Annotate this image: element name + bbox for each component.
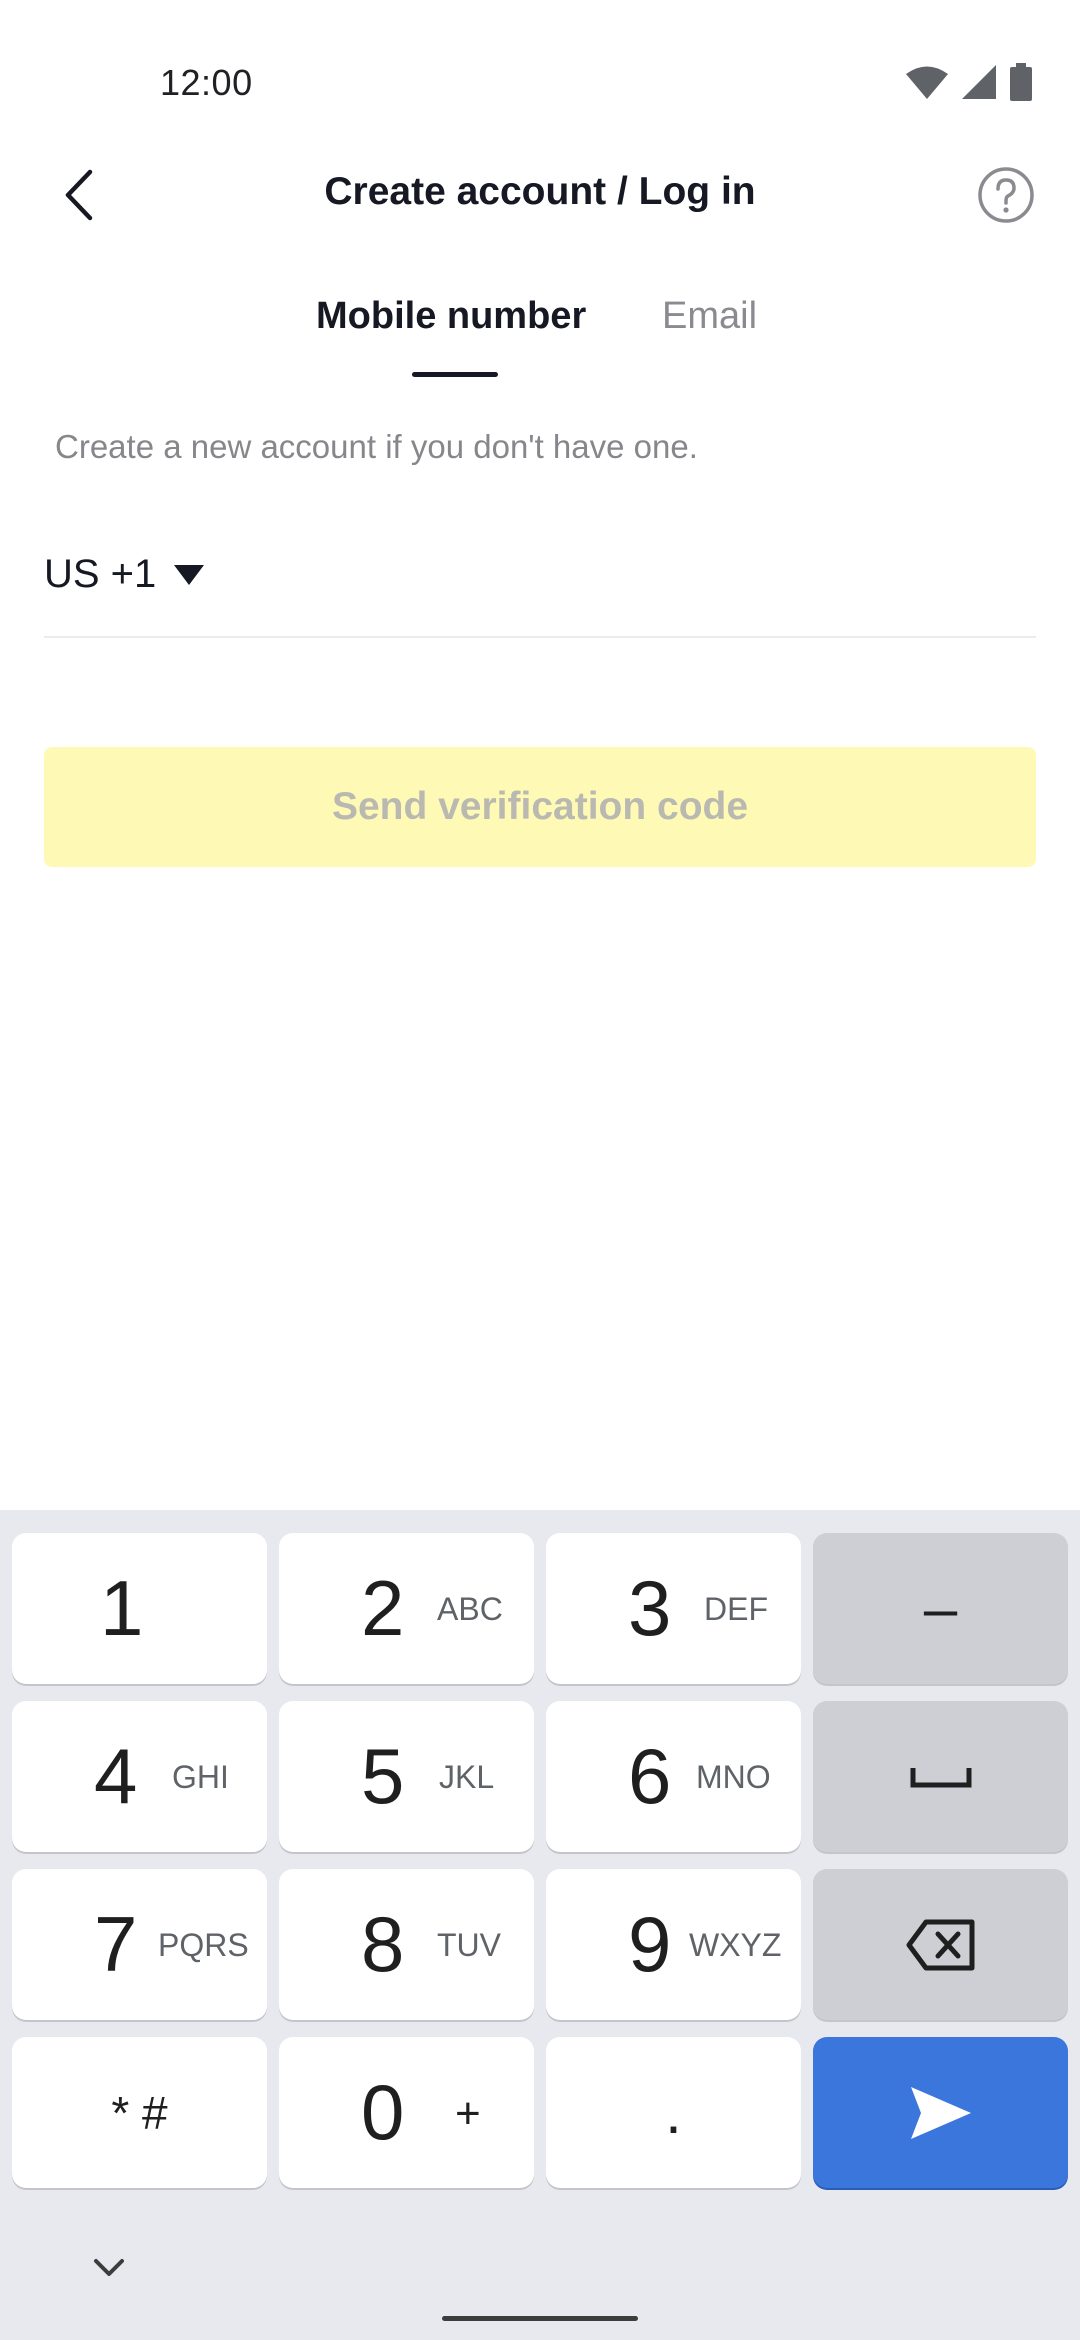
key-4[interactable]: 4 GHI bbox=[12, 1701, 267, 1852]
key-letters: ABC bbox=[437, 1591, 503, 1627]
dash-label: – bbox=[923, 1575, 958, 1642]
period-label: . bbox=[665, 2079, 682, 2146]
help-button[interactable] bbox=[976, 165, 1036, 225]
tab-mobile-number[interactable]: Mobile number bbox=[316, 295, 586, 338]
wifi-icon bbox=[906, 66, 948, 99]
key-digit: 9 bbox=[628, 1900, 672, 1988]
key-6[interactable]: 6 MNO bbox=[546, 1701, 801, 1852]
key-letters: GHI bbox=[172, 1759, 229, 1795]
battery-icon bbox=[1010, 63, 1032, 101]
key-digit: 0 bbox=[361, 2068, 405, 2156]
country-code-selector[interactable]: US +1 bbox=[44, 552, 205, 597]
key-period[interactable]: . bbox=[546, 2037, 801, 2188]
key-0[interactable]: 0 + bbox=[279, 2037, 534, 2188]
key-letters: WXYZ bbox=[689, 1927, 782, 1963]
hide-keyboard-button[interactable] bbox=[84, 2248, 134, 2288]
key-backspace[interactable] bbox=[813, 1869, 1068, 2020]
key-digit: 4 bbox=[94, 1732, 138, 1820]
status-time: 12:00 bbox=[160, 62, 253, 103]
key-digit: 3 bbox=[628, 1564, 672, 1652]
key-digit: 8 bbox=[361, 1900, 405, 1988]
key-digit: 7 bbox=[94, 1900, 138, 1988]
status-icons bbox=[906, 62, 1032, 102]
hint-text: Create a new account if you don't have o… bbox=[55, 428, 698, 465]
chevron-down-icon bbox=[94, 2259, 124, 2276]
send-icon bbox=[910, 2086, 971, 2139]
key-letters: JKL bbox=[439, 1759, 495, 1795]
key-letters: + bbox=[455, 2089, 481, 2138]
key-8[interactable]: 8 TUV bbox=[279, 1869, 534, 2020]
key-star-hash[interactable]: * # bbox=[12, 2037, 267, 2188]
key-letters: PQRS bbox=[158, 1927, 249, 1963]
key-letters: TUV bbox=[437, 1927, 501, 1963]
help-circle-icon bbox=[978, 167, 1034, 223]
key-9[interactable]: 9 WXYZ bbox=[546, 1869, 801, 2020]
key-3[interactable]: 3 DEF bbox=[546, 1533, 801, 1684]
key-2[interactable]: 2 ABC bbox=[279, 1533, 534, 1684]
country-code-label: US +1 bbox=[44, 552, 157, 596]
star-hash-label: * # bbox=[111, 2086, 168, 2139]
key-7[interactable]: 7 PQRS bbox=[12, 1869, 267, 2020]
phone-input-underline bbox=[44, 636, 1036, 638]
send-verification-code-button[interactable]: Send verification code bbox=[44, 747, 1036, 867]
tab-indicator bbox=[412, 372, 498, 377]
tab-email[interactable]: Email bbox=[662, 295, 757, 338]
key-digit: 6 bbox=[628, 1732, 672, 1820]
key-space[interactable] bbox=[813, 1701, 1068, 1852]
key-digit: 2 bbox=[361, 1564, 405, 1652]
caret-down-icon bbox=[174, 564, 205, 585]
backspace-icon bbox=[906, 1919, 974, 1970]
navigation-handle[interactable] bbox=[442, 2316, 638, 2321]
cellular-signal-icon bbox=[962, 65, 996, 99]
key-dash[interactable]: – bbox=[813, 1533, 1068, 1684]
key-digit: 5 bbox=[361, 1732, 405, 1820]
key-letters: MNO bbox=[696, 1759, 771, 1795]
key-letters: DEF bbox=[704, 1591, 768, 1627]
key-digit: 1 bbox=[100, 1564, 144, 1652]
page-title: Create account / Log in bbox=[324, 170, 756, 213]
key-1[interactable]: 1 bbox=[12, 1533, 267, 1684]
key-send[interactable] bbox=[813, 2037, 1068, 2188]
phone-number-input[interactable] bbox=[230, 540, 1034, 612]
key-5[interactable]: 5 JKL bbox=[279, 1701, 534, 1852]
space-bar-icon bbox=[910, 1767, 971, 1787]
